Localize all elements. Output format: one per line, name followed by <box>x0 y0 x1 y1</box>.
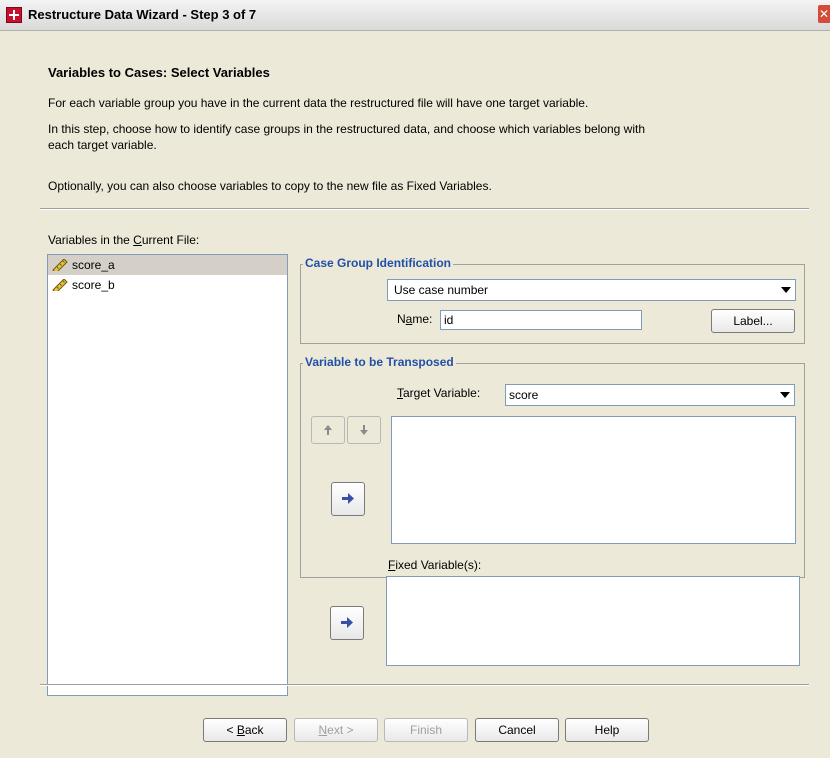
back-button[interactable]: < Back <box>203 718 287 742</box>
current-file-variables-list[interactable]: score_a score_b <box>47 254 288 696</box>
cancel-button[interactable]: Cancel <box>475 718 559 742</box>
fixed-variables-list[interactable] <box>386 576 800 666</box>
window-title: Restructure Data Wizard - Step 3 of 7 <box>28 7 257 22</box>
move-to-transposed-button[interactable] <box>331 482 365 516</box>
scale-ruler-icon <box>52 259 68 271</box>
transposed-variables-list[interactable] <box>391 416 796 544</box>
target-variable-select[interactable]: score <box>505 384 795 406</box>
case-id-name-field[interactable]: id <box>440 310 642 330</box>
move-up-button[interactable] <box>311 416 345 444</box>
description-2-line2: each target variable. <box>48 138 157 152</box>
list-item[interactable]: score_b <box>48 275 287 295</box>
target-variable-label: Target Variable: <box>397 386 481 400</box>
case-group-identification-panel: Case Group Identification Use case numbe… <box>300 256 805 344</box>
title-bar: Restructure Data Wizard - Step 3 of 7 ✕ <box>0 0 830 31</box>
case-group-method-value: Use case number <box>394 283 489 297</box>
wizard-content: Variables to Cases: Select Variables For… <box>0 31 830 758</box>
app-icon <box>6 7 22 23</box>
finish-button[interactable]: Finish <box>384 718 468 742</box>
scale-ruler-icon <box>52 279 68 291</box>
description-2-line1: In this step, choose how to identify cas… <box>48 122 646 136</box>
chevron-down-icon <box>781 287 791 293</box>
name-label: Name: <box>397 312 433 326</box>
transpose-title: Variable to be Transposed <box>303 355 456 369</box>
variable-to-be-transposed-panel: Variable to be Transposed Target Variabl… <box>300 355 805 578</box>
top-separator <box>40 208 809 210</box>
arrow-right-icon <box>342 493 354 504</box>
description-3: Optionally, you can also choose variable… <box>48 179 492 193</box>
move-to-fixed-button[interactable] <box>330 606 364 640</box>
case-group-method-select[interactable]: Use case number <box>387 279 796 301</box>
variables-list-label: Variables in the Current File: <box>48 233 200 247</box>
description-1: For each variable group you have in the … <box>48 96 589 110</box>
label-button[interactable]: Label... <box>711 309 795 333</box>
close-button[interactable]: ✕ <box>818 5 830 23</box>
help-button[interactable]: Help <box>565 718 649 742</box>
variable-name: score_a <box>72 258 115 272</box>
fixed-variables-label: Fixed Variable(s): <box>388 558 482 572</box>
bottom-separator <box>40 684 809 686</box>
arrow-up-icon <box>324 425 332 435</box>
target-variable-value: score <box>509 388 539 402</box>
variable-name: score_b <box>72 278 115 292</box>
move-down-button[interactable] <box>347 416 381 444</box>
arrow-down-icon <box>360 425 368 435</box>
case-group-title: Case Group Identification <box>303 256 454 270</box>
page-heading: Variables to Cases: Select Variables <box>48 65 270 80</box>
arrow-right-icon <box>341 617 353 628</box>
chevron-down-icon <box>780 392 790 398</box>
next-button[interactable]: Next > <box>294 718 378 742</box>
list-item[interactable]: score_a <box>48 255 287 275</box>
